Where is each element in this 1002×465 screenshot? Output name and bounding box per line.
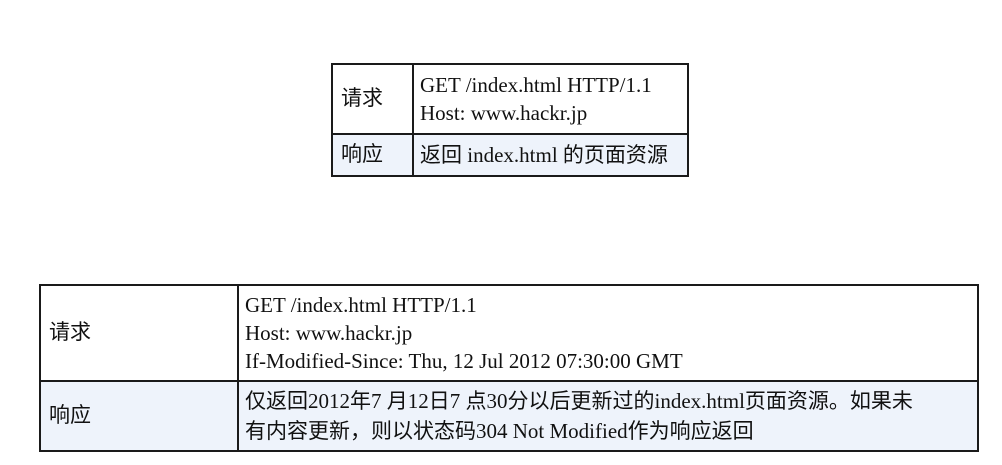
response-label: 响应 [49,403,91,428]
request-line-1: GET /index.html HTTP/1.1 [420,73,652,97]
http-request-table-basic: 请求 GET /index.html HTTP/1.1 Host: www.ha… [331,63,689,177]
request-label-cell: 请求 [39,284,239,382]
response-content-cell: 仅返回2012年7 月12日7 点30分以后更新过的index.html页面资源… [237,380,979,452]
request-content-cell: GET /index.html HTTP/1.1 Host: www.hackr… [412,63,689,135]
response-label-cell: 响应 [39,380,239,452]
request-line-3: If-Modified-Since: Thu, 12 Jul 2012 07:3… [245,349,683,373]
response-label-cell: 响应 [331,133,414,177]
request-label: 请求 [49,320,91,345]
request-label: 请求 [341,86,383,111]
response-text: 返回 index.html 的页面资源 [420,143,668,167]
response-row: 响应 仅返回2012年7 月12日7 点30分以后更新过的index.html页… [39,380,979,452]
response-content-cell: 返回 index.html 的页面资源 [412,133,689,177]
response-line-1: 仅返回2012年7 月12日7 点30分以后更新过的index.html页面资源… [245,389,913,413]
request-row: 请求 GET /index.html HTTP/1.1 Host: www.ha… [331,63,689,135]
response-line-2: 有内容更新，则以状态码304 Not Modified作为响应返回 [245,419,754,443]
response-row: 响应 返回 index.html 的页面资源 [331,133,689,177]
http-request-table-conditional: 请求 GET /index.html HTTP/1.1 Host: www.ha… [39,284,979,452]
request-label-cell: 请求 [331,63,414,135]
request-content-cell: GET /index.html HTTP/1.1 Host: www.hackr… [237,284,979,382]
request-line-1: GET /index.html HTTP/1.1 [245,293,477,317]
request-row: 请求 GET /index.html HTTP/1.1 Host: www.ha… [39,284,979,382]
request-line-2: Host: www.hackr.jp [420,101,588,125]
request-line-2: Host: www.hackr.jp [245,321,413,345]
response-label: 响应 [341,142,383,167]
